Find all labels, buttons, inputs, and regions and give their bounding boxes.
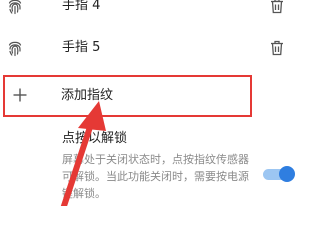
add-fingerprint-button[interactable]: 添加指纹 [3,75,252,117]
fingerprint-item-4[interactable]: 手指 4 [0,0,299,26]
press-to-unlock-description: 屏幕处于关闭状态时，点按指纹传感器可解锁。当此功能关闭时，需要按电源键解锁。 [62,153,249,200]
trash-icon [271,0,283,14]
delete-fingerprint-5-button[interactable] [266,36,288,60]
fingerprint-settings-screen: 手指 4 手指 5 添加指纹 点按以解锁 屏幕处于关闭状态时，点按指纹传感器可解… [0,0,299,206]
press-to-unlock-title: 点按以解锁 [62,131,128,146]
fingerprint-item-5[interactable]: 手指 5 [0,28,299,68]
fingerprint-icon [7,39,23,57]
add-fingerprint-label: 添加指纹 [61,88,114,103]
delete-fingerprint-4-button[interactable] [266,0,288,18]
toggle-thumb [279,166,295,182]
trash-icon [271,40,283,56]
fingerprint-item-label: 手指 5 [62,40,101,55]
press-to-unlock-toggle[interactable] [263,166,295,182]
plus-icon [12,87,28,103]
fingerprint-icon [7,0,23,15]
fingerprint-item-label: 手指 4 [62,0,101,13]
